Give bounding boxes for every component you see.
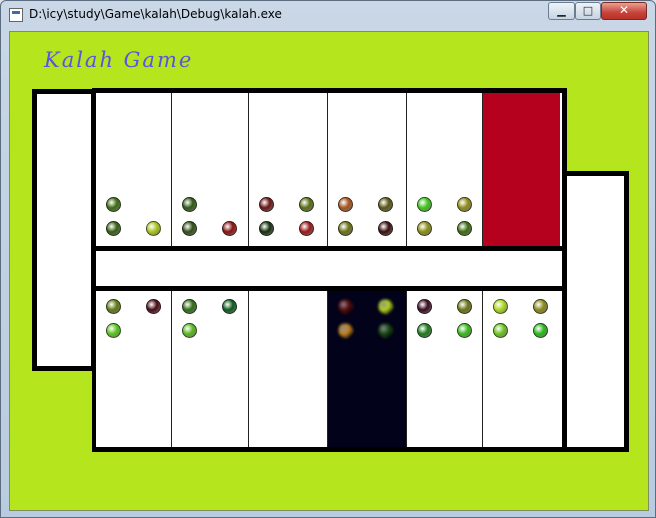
seed	[106, 221, 121, 236]
seed	[182, 299, 197, 314]
seed	[417, 323, 432, 338]
seed	[417, 221, 432, 236]
seed	[417, 197, 432, 212]
seed	[299, 197, 314, 212]
minimize-button[interactable]: ▁	[548, 2, 575, 20]
game-title: Kalah Game	[44, 48, 194, 72]
seed	[417, 299, 432, 314]
seed	[457, 197, 472, 212]
top-pit-5[interactable]	[407, 93, 483, 246]
game-canvas: Kalah Game	[9, 31, 649, 511]
seed	[533, 299, 548, 314]
top-pit-4[interactable]	[328, 93, 407, 246]
seed	[533, 323, 548, 338]
seed	[222, 221, 237, 236]
bottom-pit-3[interactable]	[249, 291, 328, 447]
seed	[457, 323, 472, 338]
bottom-pit-1[interactable]	[96, 291, 172, 447]
bottom-pit-4[interactable]	[328, 291, 407, 447]
seed	[106, 323, 121, 338]
seed	[378, 197, 393, 212]
seed	[182, 323, 197, 338]
seed	[338, 221, 353, 236]
seed	[457, 299, 472, 314]
seed	[493, 299, 508, 314]
bottom-pit-6[interactable]	[483, 291, 560, 447]
bottom-pit-5[interactable]	[407, 291, 483, 447]
top-pit-3[interactable]	[249, 93, 328, 246]
seed	[182, 221, 197, 236]
title-bar[interactable]: D:\icy\study\Game\kalah\Debug\kalah.exe …	[1, 1, 655, 29]
seed	[222, 299, 237, 314]
seed	[378, 299, 393, 314]
window-title: D:\icy\study\Game\kalah\Debug\kalah.exe	[29, 7, 282, 21]
seed	[146, 221, 161, 236]
seed	[338, 323, 353, 338]
top-pit-row	[92, 88, 567, 251]
seed	[146, 299, 161, 314]
board-center-strip	[96, 251, 562, 286]
seed	[106, 299, 121, 314]
seed	[338, 197, 353, 212]
seed	[457, 221, 472, 236]
bottom-pit-2[interactable]	[172, 291, 249, 447]
top-pit-1[interactable]	[96, 93, 172, 246]
seed	[182, 197, 197, 212]
close-button[interactable]: ✕	[601, 2, 647, 20]
app-icon[interactable]	[9, 8, 23, 22]
right-store	[562, 171, 629, 452]
seed	[106, 197, 121, 212]
maximize-button[interactable]: □	[575, 2, 601, 20]
seed	[299, 221, 314, 236]
application-window: D:\icy\study\Game\kalah\Debug\kalah.exe …	[0, 0, 656, 518]
top-pit-6[interactable]	[483, 93, 560, 246]
seed	[338, 299, 353, 314]
seed	[378, 323, 393, 338]
seed	[493, 323, 508, 338]
seed	[259, 197, 274, 212]
seed	[378, 221, 393, 236]
top-pit-2[interactable]	[172, 93, 249, 246]
bottom-pit-row	[92, 286, 567, 452]
seed	[259, 221, 274, 236]
left-store	[32, 89, 96, 371]
